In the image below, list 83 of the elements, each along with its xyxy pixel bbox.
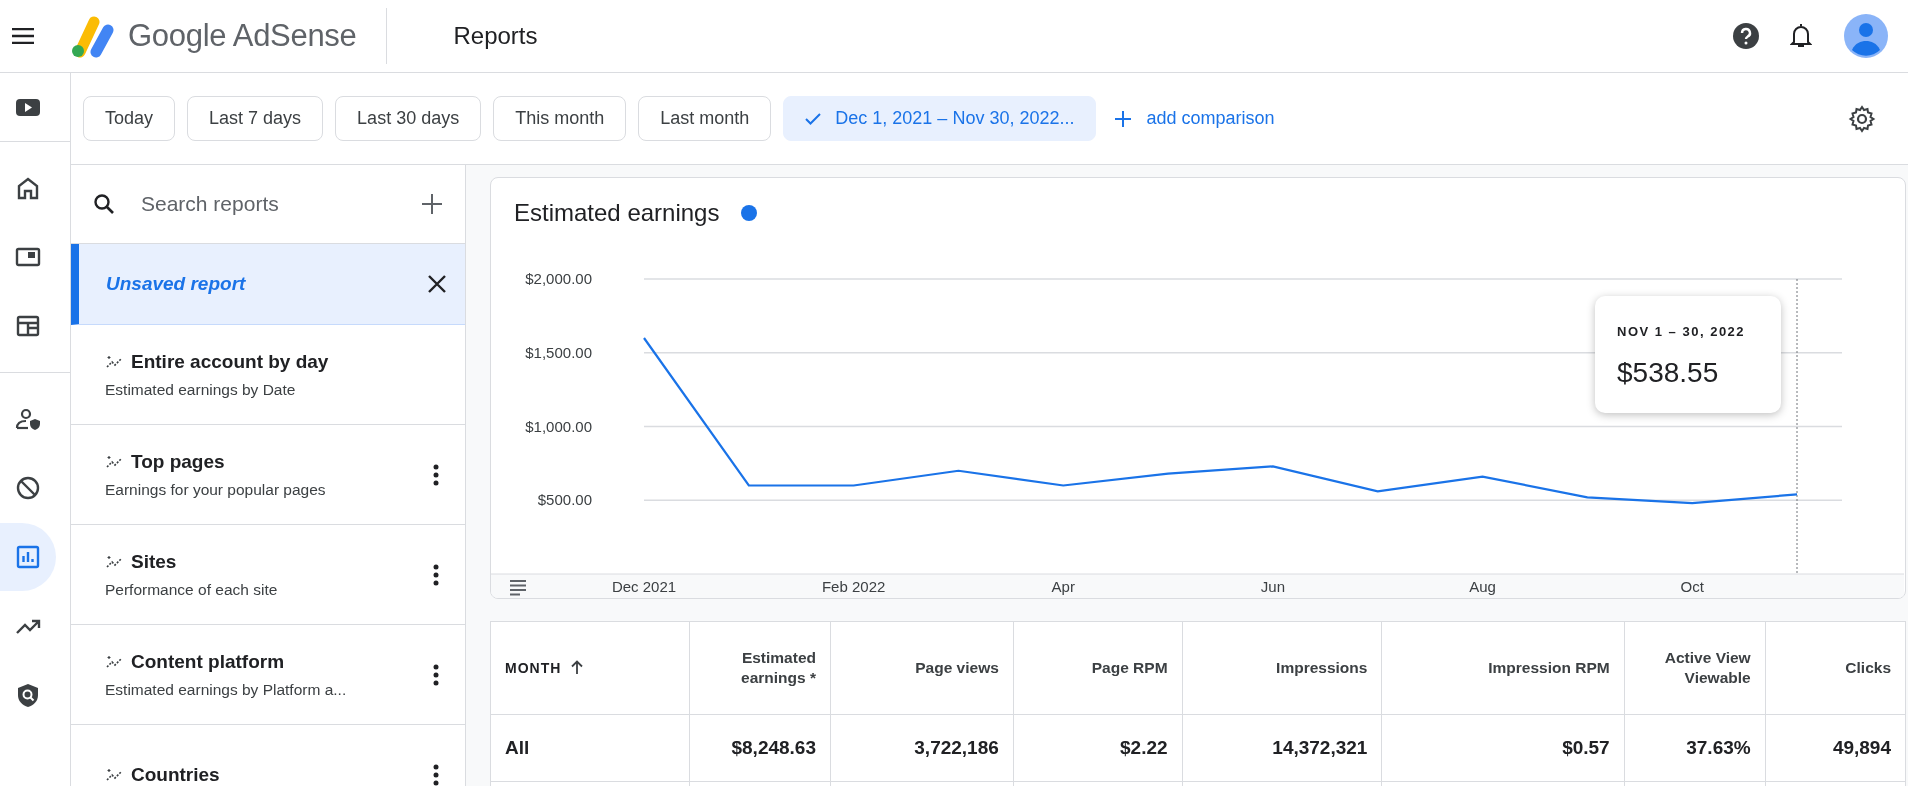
table-cell: All [490, 714, 690, 782]
date-range-chip[interactable]: Last 30 days [335, 96, 482, 141]
y-axis-label: $2,000.00 [525, 270, 592, 287]
table-cell: 14,372,321 [1182, 714, 1382, 782]
more-icon[interactable] [433, 463, 439, 486]
report-title: Entire account by day [131, 350, 329, 373]
report-description: Earnings for your popular pages [105, 480, 326, 499]
plus-icon [1114, 109, 1133, 128]
report-title: Sites [131, 550, 177, 573]
policy-icon [15, 682, 41, 708]
x-axis-label: Oct [1680, 578, 1704, 595]
sparkle-line-icon [105, 767, 123, 782]
menu-icon[interactable] [12, 28, 34, 44]
table-cell: $8,248.63 [689, 714, 831, 782]
table-cell: 37.63% [1624, 714, 1766, 782]
report-name: Unsaved report [106, 273, 246, 295]
y-axis-label: $1,000.00 [525, 417, 592, 435]
add-icon[interactable] [421, 193, 443, 215]
column-header[interactable]: Clicks [1765, 621, 1906, 715]
report-item[interactable]: Top pages Earnings for your popular pages [71, 425, 465, 525]
y-axis-label: $500.00 [537, 491, 592, 509]
avatar-icon[interactable] [1844, 14, 1888, 58]
column-header[interactable]: Impressions [1182, 621, 1382, 715]
more-icon[interactable] [433, 563, 439, 586]
x-axis-label: Jun [1260, 578, 1285, 595]
privacy-icon [15, 406, 41, 432]
column-header[interactable]: Page RPM [1013, 621, 1183, 715]
more-icon[interactable] [433, 763, 439, 786]
sort-arrow-icon [571, 659, 584, 674]
table-cell: 49,894 [1765, 714, 1906, 782]
date-range-chip[interactable]: Dec 1, 2021 – Nov 30, 2022... [783, 96, 1097, 141]
add-comparison-button[interactable]: add comparison [1108, 108, 1281, 129]
x-axis-label: Apr [1051, 578, 1075, 595]
date-range-chip[interactable]: Last 7 days [187, 96, 324, 141]
x-axis-label: Feb 2022 [821, 578, 886, 595]
page-title: Reports [453, 22, 538, 50]
report-item[interactable]: Countries [71, 725, 465, 786]
current-report-item[interactable]: Unsaved report [71, 244, 465, 325]
search-field[interactable]: Search reports [139, 191, 397, 217]
report-title: Content platform [131, 650, 285, 673]
x-axis-label: Aug [1469, 578, 1496, 595]
check-icon [805, 112, 822, 125]
date-range-chip[interactable]: This month [493, 96, 627, 141]
report-description: Estimated earnings by Date [105, 380, 297, 399]
search-icon [93, 193, 115, 215]
block-icon [15, 475, 41, 501]
report-description: Performance of each site [105, 580, 278, 599]
sparkle-line-icon [105, 554, 123, 569]
y-axis-label: $1,500.00 [525, 343, 592, 361]
more-icon[interactable] [433, 663, 439, 686]
date-range-chip[interactable]: Today [83, 96, 176, 141]
bell-icon[interactable] [1790, 23, 1812, 49]
column-header[interactable]: Estimated earnings * [689, 621, 831, 715]
sparkle-line-icon [105, 654, 123, 669]
chart-title: Estimated earnings [514, 199, 720, 227]
report-description: Estimated earnings by Platform a... [105, 680, 347, 699]
report-item[interactable]: Entire account by day Estimated earnings by Date [71, 325, 465, 425]
tooltip-date: NOV 1 – 30, 2022 [1617, 324, 1747, 339]
date-range-chip[interactable]: Last month [638, 96, 772, 141]
reports-icon [15, 544, 41, 570]
close-icon[interactable] [427, 274, 447, 294]
table-cell: $0.57 [1381, 714, 1625, 782]
sparkle-line-icon [105, 354, 123, 369]
column-header[interactable]: MONTH [490, 621, 690, 715]
help-icon[interactable] [1732, 22, 1760, 50]
sparkle-line-icon [105, 454, 123, 469]
table-cell: 3,722,186 [830, 714, 1014, 782]
column-header[interactable]: Page views [830, 621, 1014, 715]
nav-button[interactable] [0, 523, 56, 591]
x-axis-label: Dec 2021 [611, 578, 677, 595]
table-toggle-icon[interactable] [509, 580, 527, 596]
column-header[interactable]: Impression RPM [1381, 621, 1625, 715]
report-item[interactable]: Content platform Estimated earnings by Platform a... [71, 625, 465, 725]
brand-name: Google AdSense [128, 18, 357, 54]
column-header[interactable]: Active View Viewable [1624, 621, 1766, 715]
home-icon [15, 175, 41, 201]
report-item[interactable]: Sites Performance of each site [71, 525, 465, 625]
report-title: Countries [131, 763, 220, 786]
table-cell: $2.22 [1013, 714, 1183, 782]
settings-icon[interactable] [1848, 104, 1876, 133]
layout-icon [15, 313, 41, 339]
report-title: Top pages [131, 450, 225, 473]
tooltip-value: $538.55 [1617, 357, 1720, 389]
